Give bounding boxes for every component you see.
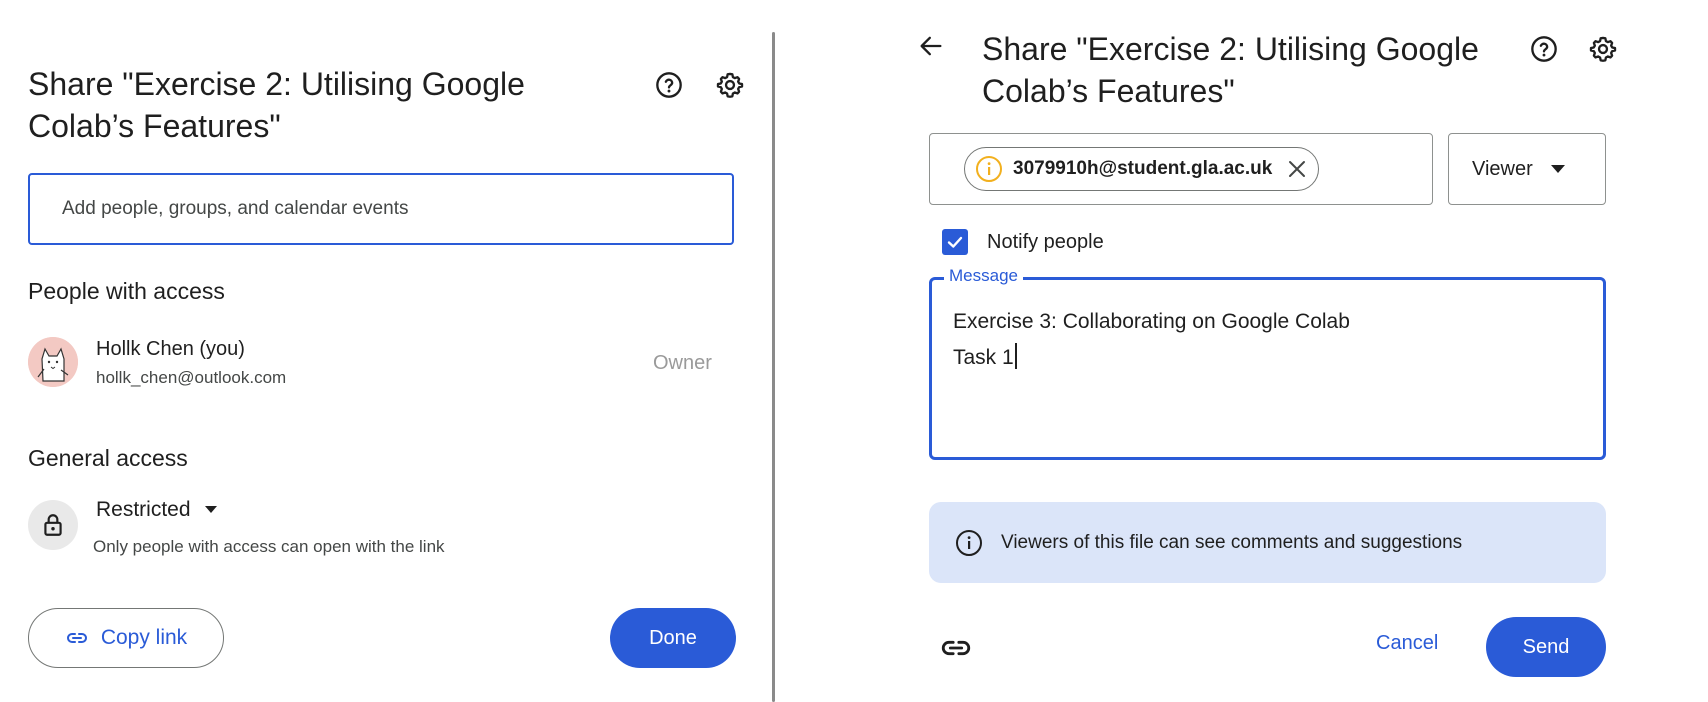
general-access-heading: General access: [28, 445, 188, 471]
dropdown-icon: [1550, 165, 1565, 173]
access-level-label: Restricted: [96, 498, 191, 521]
notify-label: Notify people: [987, 231, 1104, 253]
add-people-input[interactable]: [28, 173, 734, 245]
recipient-email: 3079910h@student.gla.ac.uk: [1013, 158, 1273, 179]
message-content: Exercise 3: Collaborating on Google Cola…: [953, 304, 1350, 376]
gear-icon[interactable]: [1586, 32, 1620, 66]
recipient-chip[interactable]: 3079910h@student.gla.ac.uk: [964, 147, 1320, 191]
text-caret: [1014, 343, 1017, 369]
role-dropdown[interactable]: Viewer: [1448, 133, 1606, 205]
message-label: Message: [944, 266, 1023, 286]
owner-role-label: Owner: [653, 352, 712, 374]
warning-icon: [976, 156, 1002, 182]
dialog-title-line2: Colab’s Features": [28, 108, 281, 144]
send-button[interactable]: Send: [1486, 617, 1606, 677]
dialog-title: Share "Exercise 2: Utilising Google Cola…: [28, 63, 525, 147]
message-line: Exercise 3: Collaborating on Google Cola…: [953, 310, 1350, 333]
role-label: Viewer: [1472, 157, 1533, 180]
people-with-access-heading: People with access: [28, 278, 225, 304]
check-icon: [947, 236, 963, 248]
person-name: Hollk Chen (you): [96, 338, 245, 360]
copy-link-button[interactable]: Copy link: [28, 608, 224, 668]
link-icon[interactable]: [939, 631, 973, 665]
dialog-title-line1: Share "Exercise 2: Utilising Google: [982, 31, 1479, 67]
avatar: [28, 337, 78, 387]
dialog-title: Share "Exercise 2: Utilising Google Cola…: [982, 28, 1479, 112]
access-level-dropdown[interactable]: Restricted: [96, 498, 217, 522]
copy-link-label: Copy link: [100, 626, 188, 649]
share-dialog-main: Share "Exercise 2: Utilising Google Cola…: [0, 0, 772, 702]
close-icon[interactable]: [1286, 158, 1308, 180]
dialog-title-line2: Colab’s Features": [982, 73, 1235, 109]
access-description: Only people with access can open with th…: [93, 537, 445, 556]
recipients-field[interactable]: 3079910h@student.gla.ac.uk: [929, 133, 1433, 205]
done-button[interactable]: Done: [610, 608, 736, 668]
info-icon: [956, 529, 982, 556]
message-line: Task 1: [953, 346, 1014, 369]
back-arrow-icon[interactable]: [914, 29, 948, 63]
cancel-button[interactable]: Cancel: [1376, 632, 1438, 655]
gear-icon[interactable]: [713, 68, 747, 102]
help-icon[interactable]: [652, 68, 686, 102]
lock-icon: [28, 500, 78, 550]
notify-checkbox[interactable]: [942, 229, 968, 255]
info-text: Viewers of this file can see comments an…: [1001, 531, 1463, 553]
dialog-title-line1: Share "Exercise 2: Utilising Google: [28, 66, 525, 102]
info-banner: Viewers of this file can see comments an…: [929, 502, 1606, 583]
message-textarea[interactable]: Message Exercise 3: Collaborating on Goo…: [929, 266, 1606, 460]
link-icon: [66, 633, 87, 643]
dropdown-icon: [204, 506, 217, 513]
share-dialog-recipients: Share "Exercise 2: Utilising Google Cola…: [776, 0, 1708, 702]
help-icon[interactable]: [1527, 32, 1561, 66]
panel-divider: [772, 32, 775, 702]
person-email: hollk_chen@outlook.com: [96, 368, 287, 387]
